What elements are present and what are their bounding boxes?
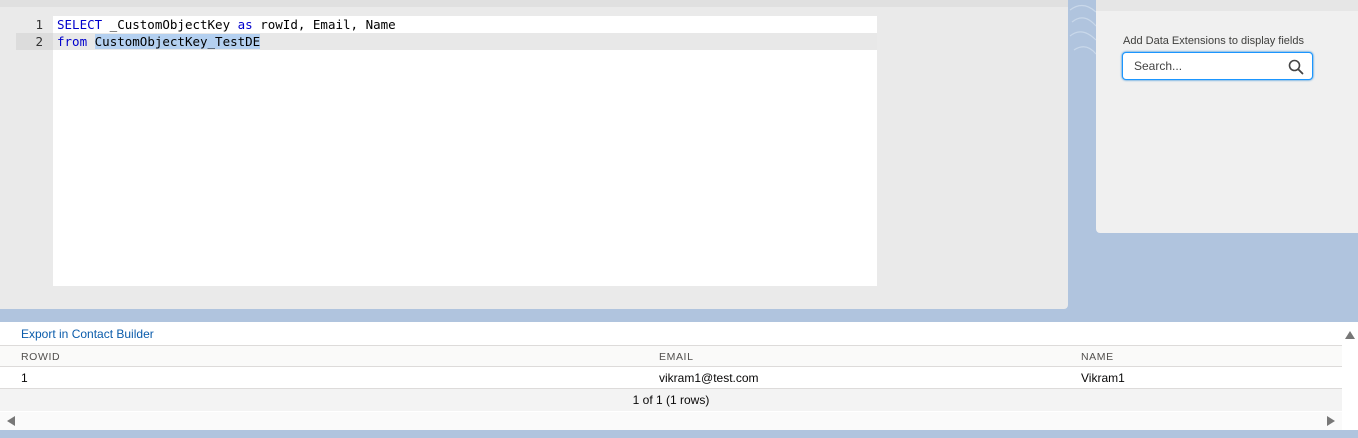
line-number: 1 [35, 17, 43, 32]
line-number-active: 2 [16, 33, 53, 50]
column-header-name[interactable]: NAME [1081, 351, 1114, 363]
code-line-2[interactable]: from CustomObjectKey_TestDE [53, 33, 877, 50]
table-header: ROWID EMAIL NAME [0, 345, 1342, 367]
results-table: ROWID EMAIL NAME 1 vikram1@test.com Vikr… [0, 345, 1342, 411]
search-input[interactable] [1123, 53, 1283, 79]
search-icon[interactable] [1288, 59, 1304, 75]
sql-editor[interactable] [53, 16, 877, 286]
background-pattern-icon [1069, 4, 1097, 55]
search-box[interactable] [1122, 52, 1313, 80]
selected-text: CustomObjectKey_TestDE [94, 34, 261, 49]
results-panel: Export in Contact Builder ROWID EMAIL NA… [0, 322, 1358, 430]
scroll-up-arrow-icon[interactable] [1345, 331, 1355, 339]
keyword-from: from [57, 34, 88, 49]
column-header-rowid[interactable]: ROWID [21, 351, 60, 363]
line-number-gutter: 1 2 [16, 16, 53, 50]
code-text: rowId, Email, Name [252, 17, 396, 32]
code-line-1[interactable]: SELECT _CustomObjectKey as rowId, Email,… [53, 16, 877, 33]
column-header-email[interactable]: EMAIL [659, 351, 694, 363]
scroll-left-arrow-icon[interactable] [7, 416, 15, 426]
pagination-status: 1 of 1 (1 rows) [0, 389, 1342, 411]
table-row[interactable]: 1 vikram1@test.com Vikram1 [0, 367, 1342, 389]
cell-email: vikram1@test.com [659, 371, 759, 385]
scroll-right-arrow-icon[interactable] [1327, 416, 1335, 426]
code-text: _CustomObjectKey [102, 17, 238, 32]
keyword-as: as [237, 17, 253, 32]
results-toolbar: Export in Contact Builder [0, 322, 652, 345]
cell-rowid: 1 [21, 371, 28, 385]
horizontal-scrollbar[interactable] [0, 412, 1342, 430]
keyword-select: SELECT [57, 17, 103, 32]
cell-name: Vikram1 [1081, 371, 1125, 385]
vertical-scrollbar[interactable] [1342, 322, 1358, 412]
fields-panel-label: Add Data Extensions to display fields [1123, 35, 1304, 47]
data-extension-fields-panel: Add Data Extensions to display fields [1096, 0, 1358, 233]
export-contact-builder-link[interactable]: Export in Contact Builder [21, 327, 154, 341]
